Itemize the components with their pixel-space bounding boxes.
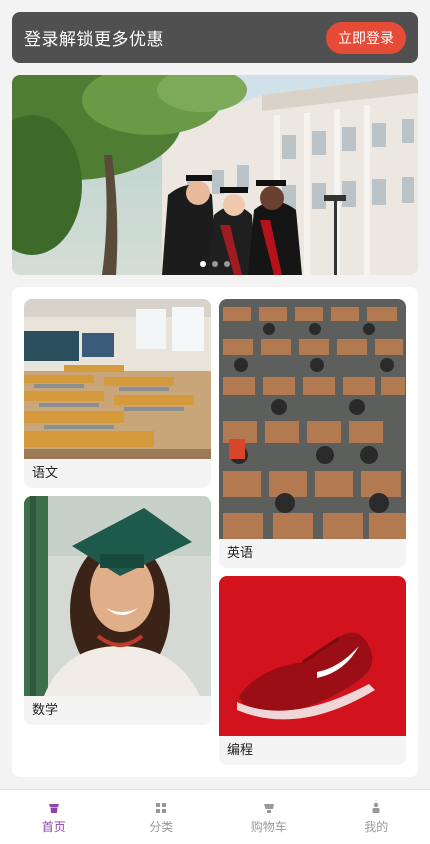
grid-icon [156,803,167,813]
login-banner: 登录解锁更多优惠 立即登录 [12,12,418,63]
tab-label: 首页 [41,820,66,834]
carousel-indicator [12,261,418,267]
tab-label: 分类 [149,820,174,834]
category-label: 编程 [227,743,254,758]
user-icon [372,802,380,813]
classroom-image [24,299,211,459]
category-card-math[interactable]: 数学 [24,496,211,725]
carousel-dot[interactable] [200,261,206,267]
home-icon [48,804,59,813]
banner-carousel[interactable] [12,75,418,275]
login-prompt-text: 登录解锁更多优惠 [24,30,164,50]
category-label: 语文 [32,466,59,481]
tab-home[interactable]: 首页 [0,790,108,844]
graduation-banner-image [12,75,418,275]
category-label: 英语 [227,546,254,561]
category-grid: 语文 英语 数学 编程 [12,287,418,777]
bottom-tab-bar: 首页 分类 购物车 我的 [0,789,430,844]
category-card-chinese[interactable]: 语文 [24,299,211,488]
category-card-programming[interactable]: 编程 [219,576,406,765]
carousel-dot[interactable] [224,261,230,267]
app-page: 登录解锁更多优惠 立即登录 语文 英语 数学 编程 首页 分类 购物车 我的 [0,0,430,844]
carousel-dot[interactable] [212,261,218,267]
category-card-english[interactable]: 英语 [219,299,406,568]
tab-label: 我的 [364,820,389,834]
tab-cart[interactable]: 购物车 [215,790,323,844]
tab-profile[interactable]: 我的 [323,790,430,844]
lecture-hall-image [219,299,406,539]
tab-categories[interactable]: 分类 [108,790,216,844]
tab-label: 购物车 [250,820,287,834]
login-button[interactable]: 立即登录 [326,21,406,54]
graduate-portrait-image [24,496,211,696]
category-label: 数学 [32,703,59,718]
cart-icon [263,804,274,813]
red-sneaker-image [219,576,406,736]
